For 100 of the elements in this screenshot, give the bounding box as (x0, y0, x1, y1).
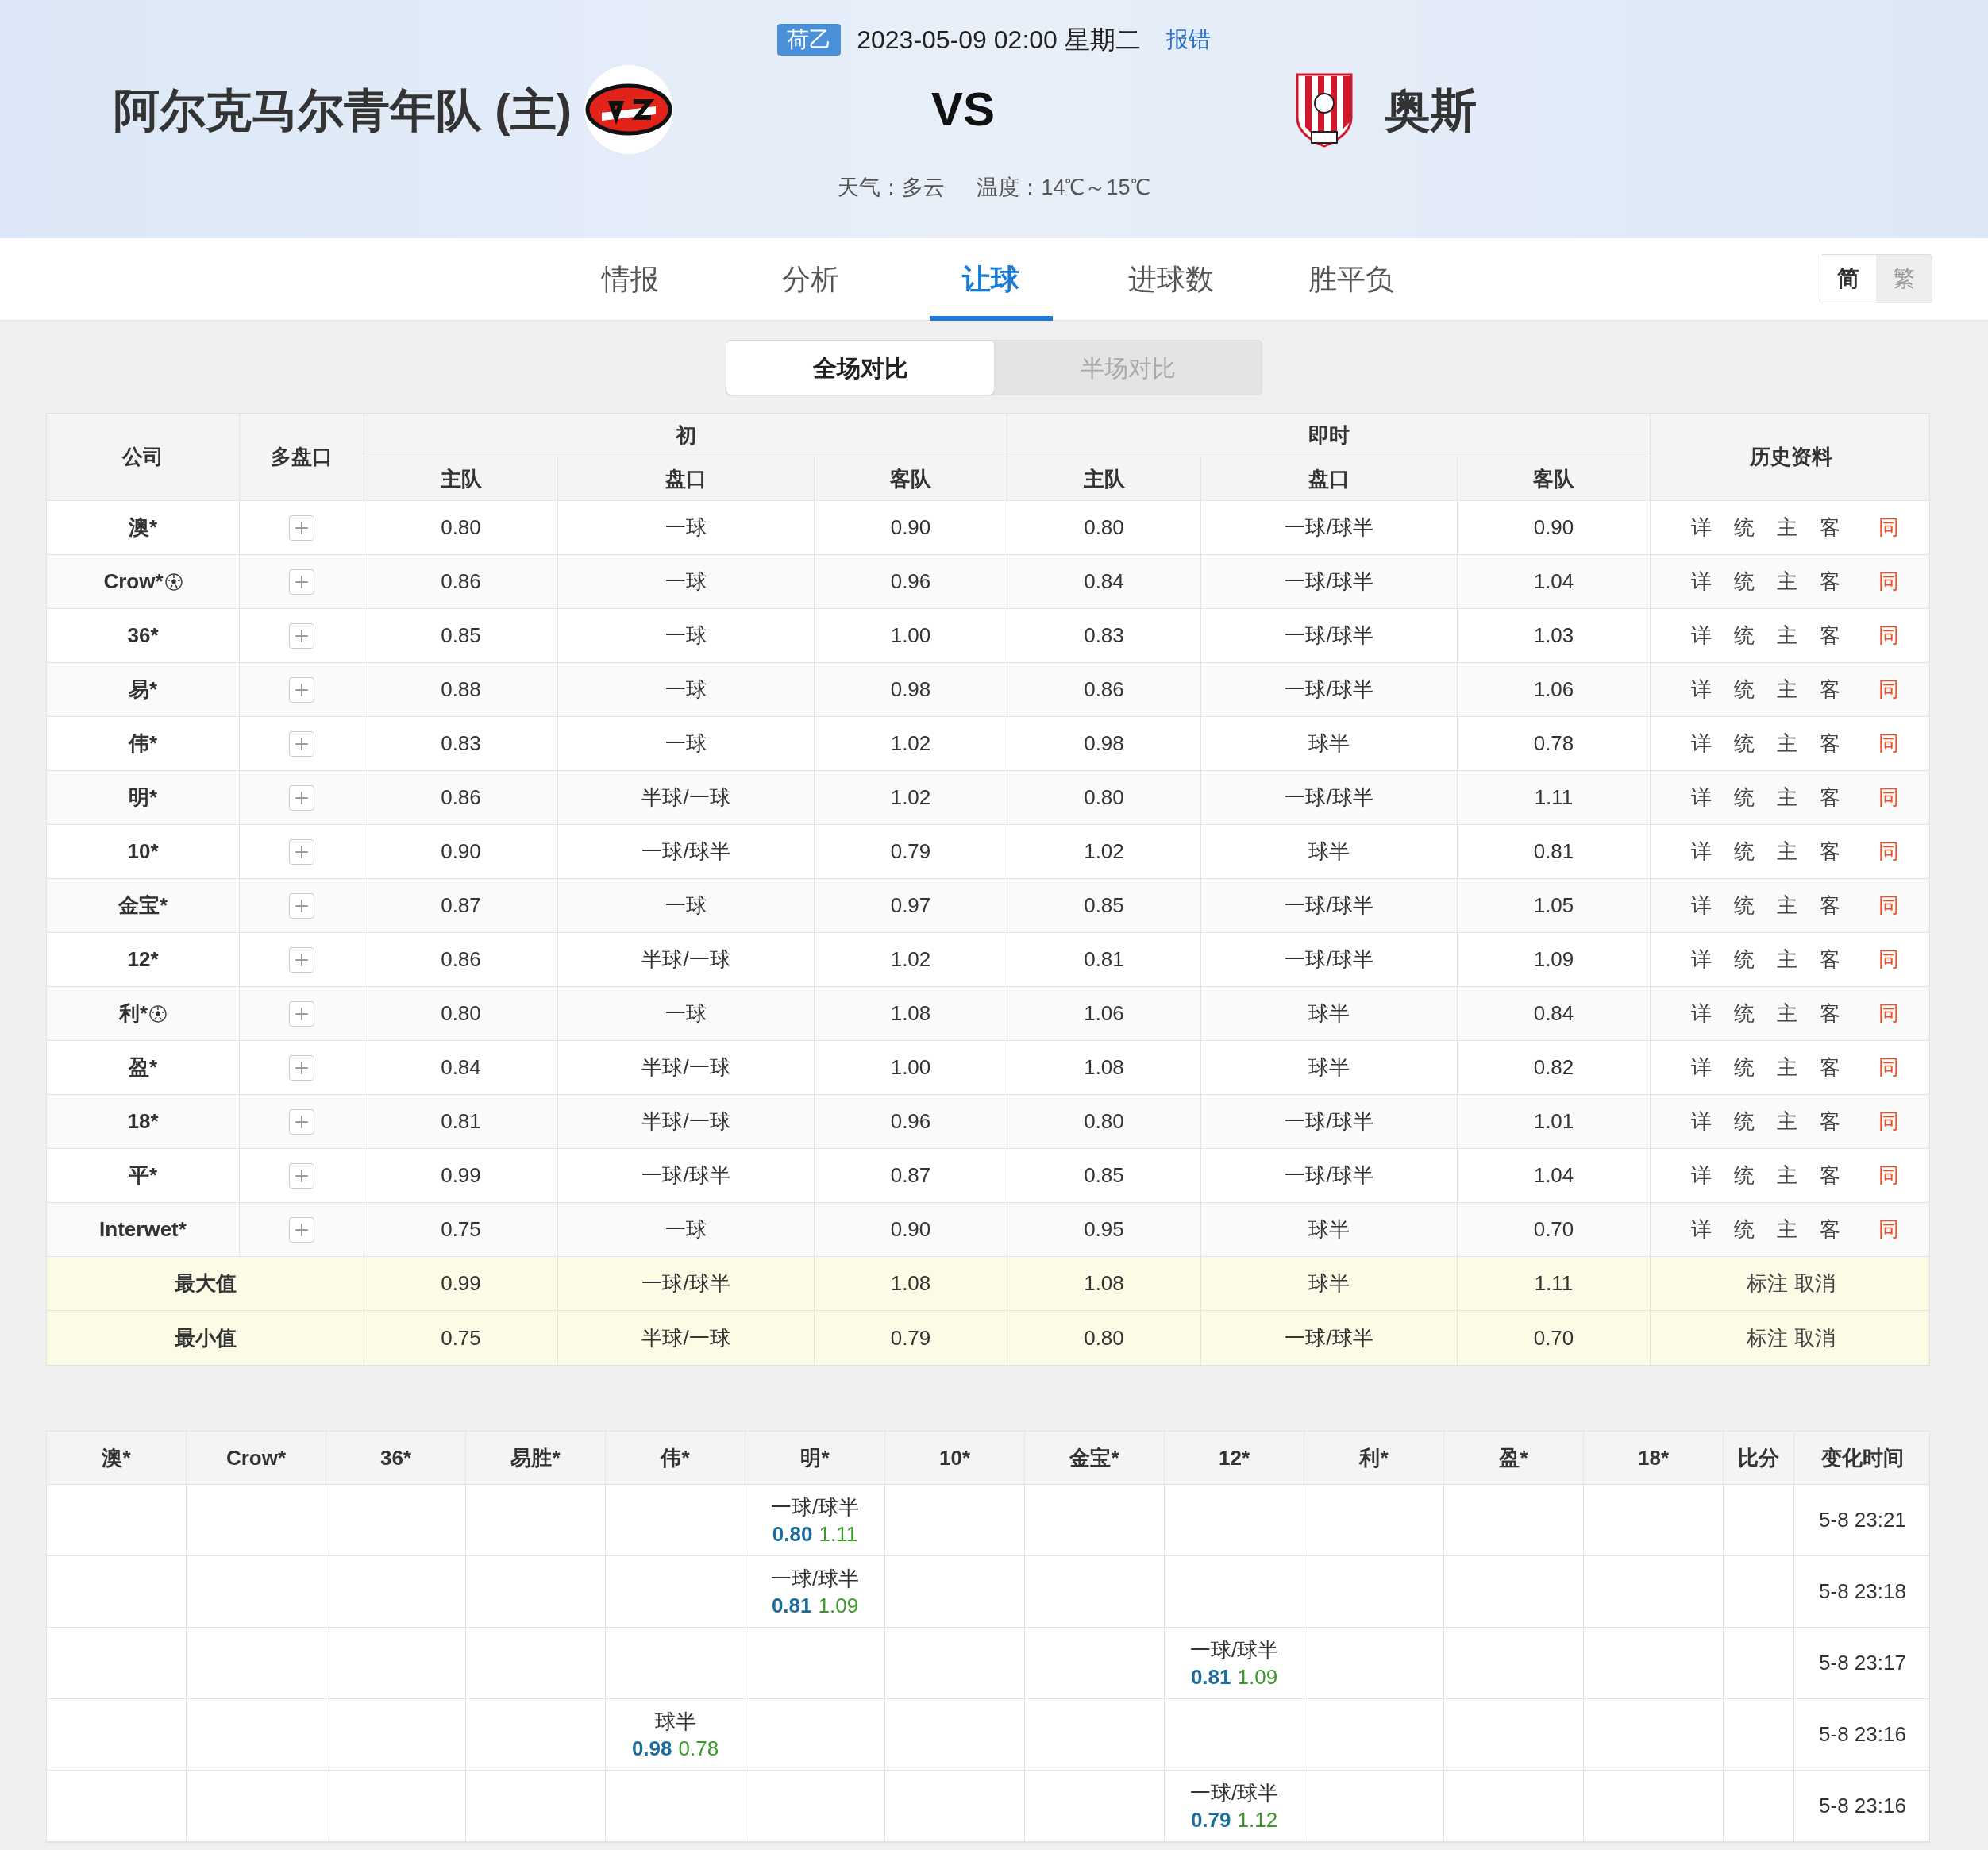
history-link[interactable]: 客 (1819, 620, 1840, 651)
history-link[interactable]: 统 (1733, 728, 1755, 759)
history-link[interactable]: 同 (1878, 566, 1899, 597)
history-link[interactable]: 主 (1776, 728, 1797, 759)
history-link[interactable]: 详 (1690, 620, 1712, 651)
report-error-link[interactable]: 报错 (1165, 23, 1211, 56)
history-link[interactable]: 同 (1878, 1106, 1899, 1137)
expand-button[interactable] (289, 515, 314, 541)
expand-button[interactable] (289, 946, 314, 973)
history-link[interactable]: 客 (1819, 890, 1840, 921)
expand-button[interactable] (289, 1000, 314, 1027)
history-link[interactable]: 客 (1819, 782, 1840, 813)
history-link[interactable]: 统 (1733, 890, 1755, 921)
history-link[interactable]: 详 (1690, 782, 1712, 813)
history-link[interactable]: 同 (1878, 782, 1899, 813)
history-link[interactable]: 同 (1878, 1214, 1899, 1245)
summary-action-link[interactable]: 标注 (1746, 1322, 1788, 1354)
expand-button[interactable] (289, 1216, 314, 1243)
history-link[interactable]: 统 (1733, 674, 1755, 705)
history-link[interactable]: 主 (1776, 674, 1797, 705)
history-link[interactable]: 主 (1776, 998, 1797, 1029)
expand-button[interactable] (289, 784, 314, 811)
expand-button[interactable] (289, 1054, 314, 1081)
history-link[interactable]: 同 (1878, 998, 1899, 1029)
nav-tab[interactable]: 分析 (749, 238, 873, 321)
history-link[interactable]: 统 (1733, 566, 1755, 597)
summary-action-link[interactable]: 取消 (1793, 1268, 1836, 1299)
history-link[interactable]: 主 (1776, 836, 1797, 867)
history-link[interactable]: 同 (1878, 836, 1899, 867)
history-link[interactable]: 统 (1733, 512, 1755, 543)
history-link[interactable]: 客 (1819, 674, 1840, 705)
history-link[interactable]: 客 (1819, 1160, 1840, 1191)
nav-tab[interactable]: 进球数 (1109, 238, 1233, 321)
history-link[interactable]: 详 (1690, 674, 1712, 705)
history-link[interactable]: 主 (1776, 566, 1797, 597)
summary-action-link[interactable]: 取消 (1793, 1322, 1836, 1354)
history-link[interactable]: 主 (1776, 944, 1797, 975)
expand-button[interactable] (289, 676, 314, 703)
history-link[interactable]: 统 (1733, 620, 1755, 651)
history-link[interactable]: 客 (1819, 836, 1840, 867)
history-link[interactable]: 客 (1819, 1052, 1840, 1083)
expand-button[interactable] (289, 622, 314, 649)
weather-info: 天气：多云 (838, 175, 946, 201)
history-link[interactable]: 同 (1878, 620, 1899, 651)
nav-tab[interactable]: 让球 (929, 238, 1053, 321)
odds-cell: 一球/球半 (1201, 501, 1458, 554)
history-link[interactable]: 详 (1690, 890, 1712, 921)
history-link[interactable]: 统 (1733, 836, 1755, 867)
history-link[interactable]: 统 (1733, 782, 1755, 813)
summary-action-link[interactable]: 标注 (1746, 1268, 1788, 1299)
history-link[interactable]: 同 (1878, 890, 1899, 921)
history-link[interactable]: 详 (1690, 998, 1712, 1029)
history-link[interactable]: 主 (1776, 1052, 1797, 1083)
history-link[interactable]: 详 (1690, 512, 1712, 543)
nav-tab[interactable]: 情报 (568, 238, 692, 321)
history-link[interactable]: 统 (1733, 944, 1755, 975)
expand-button[interactable] (289, 568, 314, 595)
history-link[interactable]: 同 (1878, 512, 1899, 543)
history-link[interactable]: 统 (1733, 1214, 1755, 1245)
history-link[interactable]: 详 (1690, 1160, 1712, 1191)
history-link[interactable]: 统 (1733, 1106, 1755, 1137)
history-link[interactable]: 详 (1690, 1214, 1712, 1245)
history-link[interactable]: 客 (1819, 944, 1840, 975)
column-header: 36* (326, 1432, 466, 1484)
history-link[interactable]: 同 (1878, 674, 1899, 705)
expand-button[interactable] (289, 1108, 314, 1135)
history-link[interactable]: 统 (1733, 1160, 1755, 1191)
history-link[interactable]: 同 (1878, 1160, 1899, 1191)
expand-button[interactable] (289, 1162, 314, 1189)
history-link[interactable]: 客 (1819, 512, 1840, 543)
expand-button[interactable] (289, 838, 314, 865)
history-link[interactable]: 主 (1776, 890, 1797, 921)
history-link[interactable]: 详 (1690, 728, 1712, 759)
history-link[interactable]: 客 (1819, 728, 1840, 759)
history-link[interactable]: 详 (1690, 1106, 1712, 1137)
history-link[interactable]: 主 (1776, 512, 1797, 543)
odds-cell: 1.01 (1458, 1095, 1651, 1148)
history-link[interactable]: 客 (1819, 1214, 1840, 1245)
history-link[interactable]: 统 (1733, 998, 1755, 1029)
history-link[interactable]: 客 (1819, 566, 1840, 597)
history-link[interactable]: 主 (1776, 1106, 1797, 1137)
history-link[interactable]: 同 (1878, 728, 1899, 759)
compare-toggle[interactable]: 全场对比 (726, 341, 994, 395)
history-link[interactable]: 同 (1878, 1052, 1899, 1083)
history-link[interactable]: 详 (1690, 944, 1712, 975)
history-link[interactable]: 主 (1776, 620, 1797, 651)
history-link[interactable]: 详 (1690, 566, 1712, 597)
odds-cell: 1.08 (815, 987, 1007, 1040)
history-link[interactable]: 同 (1878, 944, 1899, 975)
history-link[interactable]: 主 (1776, 782, 1797, 813)
expand-button[interactable] (289, 730, 314, 757)
history-link[interactable]: 主 (1776, 1214, 1797, 1245)
history-link[interactable]: 详 (1690, 1052, 1712, 1083)
history-link[interactable]: 客 (1819, 998, 1840, 1029)
nav-tab[interactable]: 胜平负 (1289, 238, 1413, 321)
history-link[interactable]: 统 (1733, 1052, 1755, 1083)
history-link[interactable]: 客 (1819, 1106, 1840, 1137)
expand-button[interactable] (289, 892, 314, 919)
history-link[interactable]: 详 (1690, 836, 1712, 867)
history-link[interactable]: 主 (1776, 1160, 1797, 1191)
